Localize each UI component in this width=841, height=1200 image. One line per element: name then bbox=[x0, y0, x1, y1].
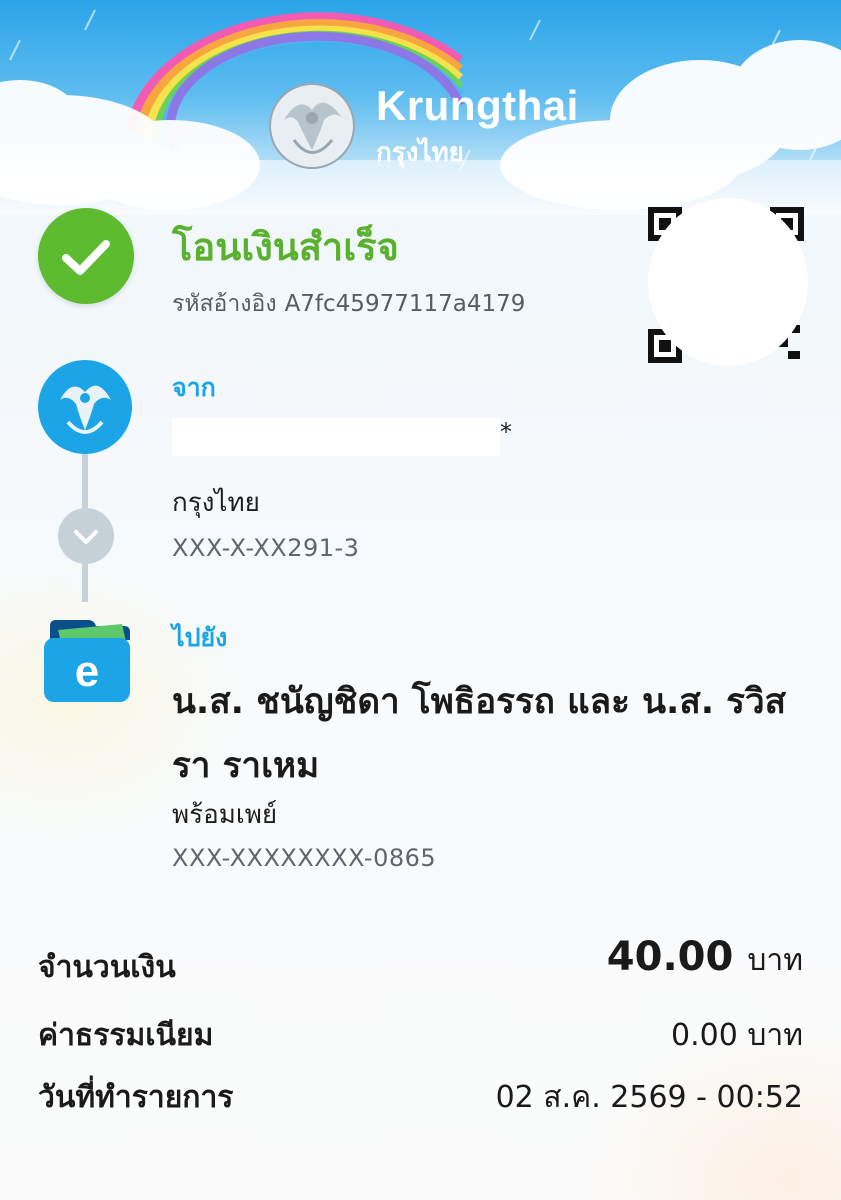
check-circle-icon bbox=[38, 208, 134, 304]
fee-label: ค่าธรรมเนียม bbox=[38, 1018, 214, 1053]
recipient-service: พร้อมเพย์ bbox=[172, 800, 278, 830]
brand-name-th: กรุงไทย bbox=[376, 138, 464, 168]
reference-label: รหัสอ้างอิง bbox=[172, 291, 277, 317]
sender-name-redacted bbox=[172, 418, 500, 456]
recipient-name: น.ส. ชนัญชิดา โพธิอรรถ และ น.ส. รวิสรา ร… bbox=[172, 682, 786, 786]
amount-value: 40.00 bbox=[606, 934, 734, 980]
to-label: ไปยัง bbox=[172, 623, 228, 652]
krungthai-phoenix-logo-icon bbox=[269, 83, 355, 169]
amount-unit: บาท bbox=[747, 943, 803, 978]
amount-label: จำนวนเงิน bbox=[38, 950, 176, 985]
date-label: วันที่ทำรายการ bbox=[38, 1080, 234, 1115]
fee-value: 0.00 บาท bbox=[671, 1018, 803, 1053]
e-wallet-icon: e bbox=[44, 620, 130, 702]
from-label: จาก bbox=[172, 373, 216, 402]
amount-value-group: 40.00 บาท bbox=[607, 934, 803, 984]
krungthai-logo: Krungthai กรุงไทย bbox=[264, 80, 594, 175]
sender-bank: กรุงไทย bbox=[172, 488, 260, 518]
transfer-slip: Krungthai กรุงไทย โอนเงินสำเร็จ รหัสอ้าง… bbox=[0, 0, 841, 1200]
reference-line: รหัสอ้างอิง A7fc45977117a4179 bbox=[172, 286, 533, 322]
brand-name-en: Krungthai bbox=[376, 82, 579, 129]
chevron-down-icon bbox=[58, 508, 114, 564]
date-value: 02 ส.ค. 2569 - 00:52 bbox=[495, 1080, 803, 1115]
sender-account: XXX-X-XX291-3 bbox=[172, 534, 360, 562]
status-title: โอนเงินสำเร็จ bbox=[172, 225, 399, 269]
recipient-account: XXX-XXXXXXXX-0865 bbox=[172, 844, 437, 872]
krungthai-bank-icon bbox=[38, 360, 132, 454]
header-banner: Krungthai กรุงไทย bbox=[0, 0, 841, 215]
sender-name-mask: * bbox=[500, 418, 512, 446]
reference-value: A7fc45977117a4179 bbox=[284, 291, 526, 317]
qr-redaction bbox=[648, 198, 808, 366]
svg-text:e: e bbox=[75, 647, 99, 696]
